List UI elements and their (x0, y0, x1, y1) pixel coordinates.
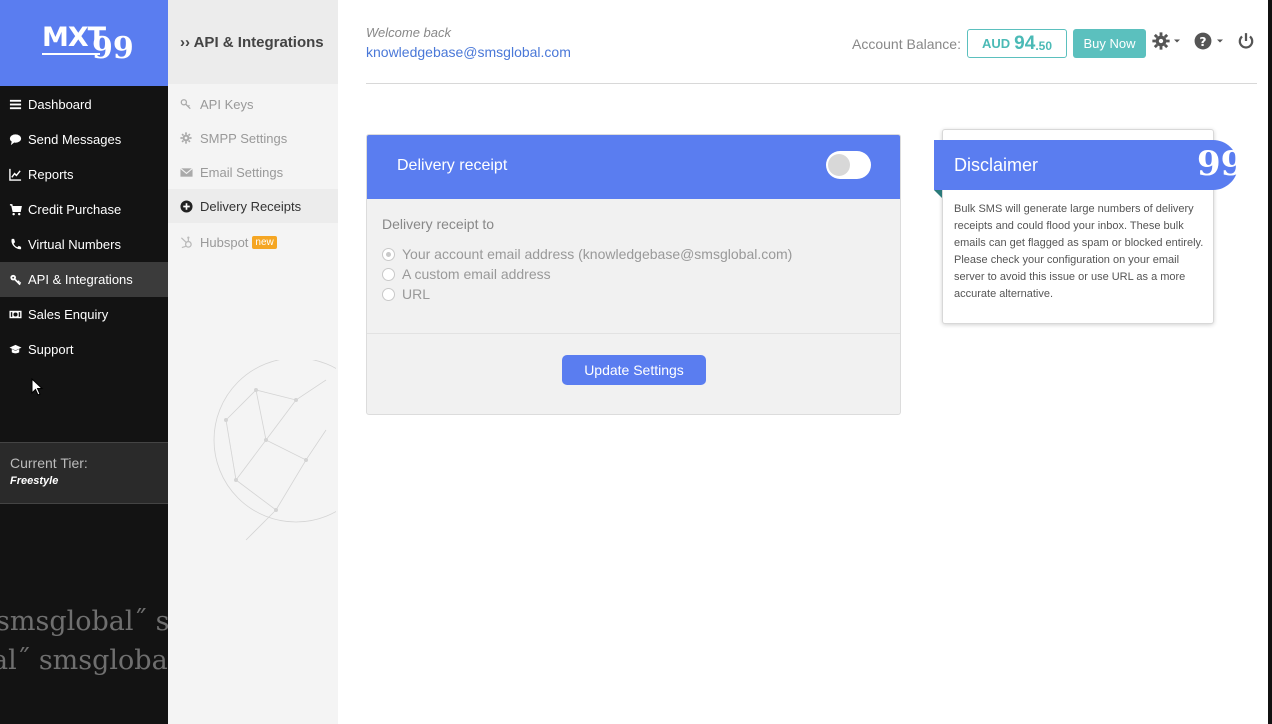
balance-cents: .50 (1035, 39, 1052, 53)
secondary-sidebar: ›› API & Integrations API Keys SMPP Sett… (168, 0, 338, 724)
subnav-label: API Keys (200, 96, 254, 112)
help-menu[interactable]: ? (1194, 32, 1224, 50)
nav-item-dashboard[interactable]: Dashboard (0, 87, 168, 122)
radio-custom-email[interactable]: A custom email address (382, 266, 551, 282)
tier-label: Current Tier: (10, 455, 88, 471)
key-icon (8, 273, 22, 287)
account-balance: AUD 94 .50 (967, 29, 1067, 58)
bars-icon (8, 98, 22, 112)
subnav-item-hubspot[interactable]: Hubspot new (168, 225, 338, 259)
ribbon-fold (934, 190, 942, 198)
header-divider (366, 83, 1257, 84)
nav-item-support[interactable]: Support (0, 332, 168, 367)
envelope-icon (179, 165, 193, 179)
mouse-cursor-icon (31, 378, 44, 396)
subnav-label: Hubspot (200, 234, 249, 250)
nav-label: Credit Purchase (28, 202, 122, 217)
globe-decoration (213, 360, 336, 541)
nav-label: Virtual Numbers (28, 237, 121, 252)
radio-label: URL (402, 286, 431, 302)
disclaimer-title: Disclaimer (954, 155, 1039, 175)
svg-text:?: ? (1199, 35, 1206, 49)
caret-down-icon (1174, 39, 1180, 43)
hubspot-icon (179, 235, 193, 249)
welcome-text: Welcome back (366, 25, 452, 40)
watermark-line-2: al˝ smsglobal˝ sm (0, 645, 168, 676)
plus-circle-icon (179, 199, 193, 213)
nav-item-sales-enquiry[interactable]: Sales Enquiry (0, 297, 168, 332)
subnav-label: Email Settings (200, 164, 284, 180)
quote-icon: 99 (1197, 144, 1245, 184)
subnav-item-email-settings[interactable]: Email Settings (168, 155, 338, 189)
subnav-item-delivery-receipts[interactable]: Delivery Receipts (168, 189, 338, 223)
logo-underline (42, 53, 100, 55)
radio-button[interactable] (382, 287, 395, 301)
gear-icon (179, 131, 193, 145)
nav-label: Send Messages (28, 132, 122, 147)
delivery-receipt-to-label: Delivery receipt to (382, 216, 495, 232)
nav-item-virtual-numbers[interactable]: Virtual Numbers (0, 227, 168, 262)
subnav-label: Delivery Receipts (200, 198, 302, 214)
radio-url[interactable]: URL (382, 286, 430, 302)
radio-account-email[interactable]: Your account email address (knowledgebas… (382, 246, 792, 262)
nav-label: Support (28, 342, 74, 357)
key-icon (179, 97, 193, 111)
current-tier: Current Tier: Freestyle (0, 442, 168, 504)
watermark-line-1: smsglobal˝ smsglobal˝ (0, 606, 168, 637)
balance-currency: AUD (982, 36, 1011, 51)
window-edge (1268, 0, 1272, 724)
cart-icon (8, 203, 22, 217)
nav-label: Reports (28, 167, 74, 182)
settings-menu[interactable] (1152, 32, 1181, 50)
logout-button[interactable] (1237, 32, 1255, 50)
account-balance-label: Account Balance: (852, 36, 961, 52)
subnav-item-smpp-settings[interactable]: SMPP Settings (168, 121, 338, 155)
radio-label: A custom email address (402, 266, 551, 282)
main-sidebar: MXT 99 Dashboard Send Messages Reports C… (0, 0, 168, 724)
tier-value: Freestyle (10, 475, 59, 487)
graduation-cap-icon (8, 343, 22, 357)
radio-button[interactable] (382, 267, 395, 281)
nav-label: API & Integrations (28, 272, 133, 287)
disclaimer-text: Bulk SMS will generate large numbers of … (954, 203, 1204, 300)
caret-down-icon (1217, 39, 1223, 43)
radio-label: Your account email address (knowledgebas… (402, 246, 793, 262)
line-chart-icon (8, 168, 22, 182)
card-divider (367, 333, 900, 334)
radio-button[interactable] (382, 247, 395, 261)
new-badge: new (252, 235, 277, 249)
delivery-receipt-card: Delivery receipt Delivery receipt to You… (366, 134, 901, 415)
delivery-receipt-toggle[interactable] (826, 151, 871, 179)
subnav-item-api-keys[interactable]: API Keys (168, 87, 338, 121)
power-icon (1238, 33, 1254, 49)
nav-item-reports[interactable]: Reports (0, 157, 168, 192)
money-icon (8, 308, 22, 322)
logo[interactable]: MXT 99 (0, 0, 168, 86)
card-title: Delivery receipt (397, 157, 508, 174)
nav-item-api-integrations[interactable]: API & Integrations (0, 262, 168, 297)
help-icon: ? (1194, 32, 1212, 50)
balance-amount: 94 (1014, 32, 1036, 54)
nav-label: Sales Enquiry (28, 307, 109, 322)
toggle-knob (828, 154, 850, 176)
card-header: Delivery receipt (367, 135, 900, 199)
nav-item-credit-purchase[interactable]: Credit Purchase (0, 192, 168, 227)
phone-icon (8, 238, 22, 252)
gear-icon (1152, 32, 1170, 50)
nav-label: Dashboard (28, 97, 92, 112)
subnav-title: ›› API & Integrations (168, 0, 338, 84)
logo-suffix: 99 (92, 31, 134, 66)
subnav-label: SMPP Settings (200, 130, 288, 146)
user-email-link[interactable]: knowledgebase@smsglobal.com (366, 44, 571, 60)
update-settings-button[interactable]: Update Settings (562, 355, 706, 385)
buy-now-button[interactable]: Buy Now (1073, 29, 1146, 58)
chat-icon (8, 133, 22, 147)
nav-item-send-messages[interactable]: Send Messages (0, 122, 168, 157)
